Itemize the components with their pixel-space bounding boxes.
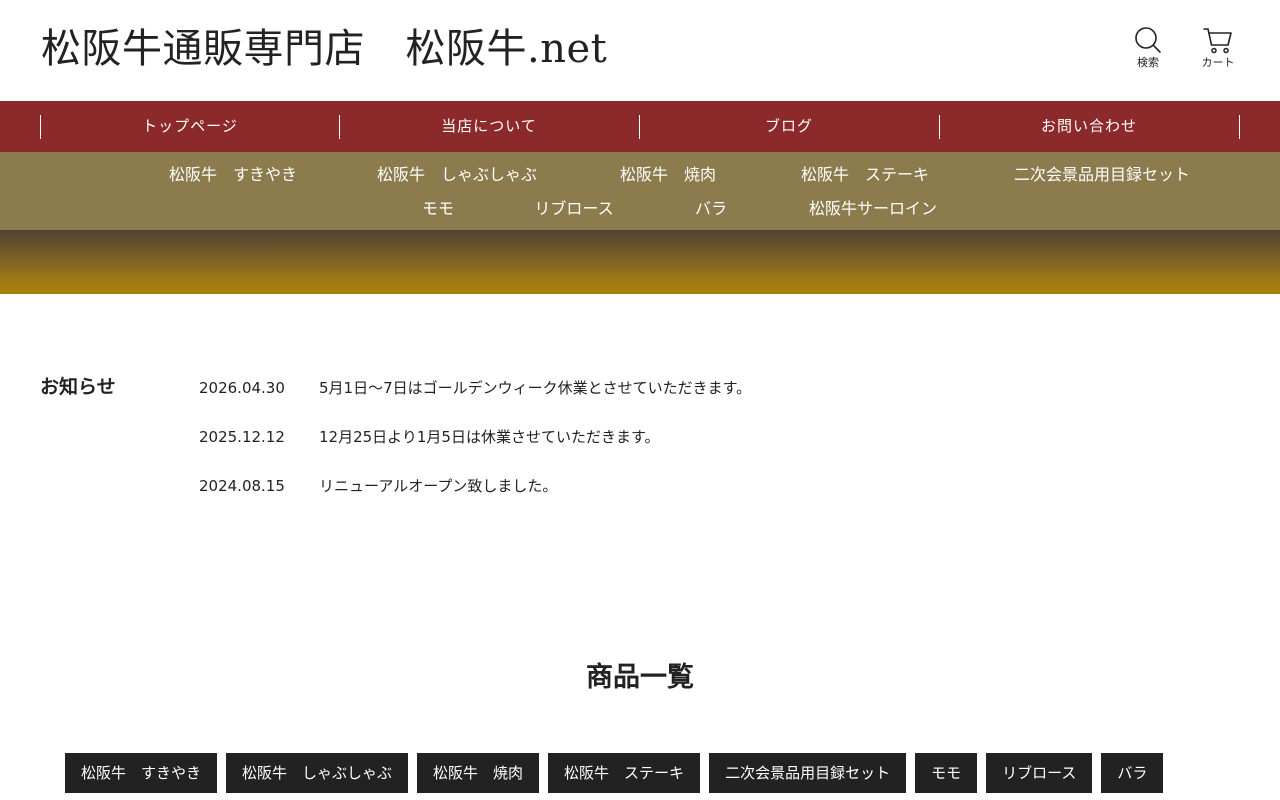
news-date: 2026.04.30	[199, 379, 285, 397]
sub-nav-ribroast[interactable]: リブロース	[534, 198, 613, 220]
sub-nav-bara[interactable]: バラ	[695, 198, 727, 220]
category-button-momo[interactable]: モモ	[915, 753, 978, 793]
nav-item-contact[interactable]: お問い合わせ	[939, 101, 1239, 152]
sub-nav-steak[interactable]: 松阪牛 ステーキ	[801, 164, 929, 186]
cart-label: カート	[1201, 56, 1235, 69]
hero-band	[0, 230, 1280, 294]
category-sub-nav: 松阪牛 すきやき 松阪牛 しゃぶしゃぶ 松阪牛 焼肉 松阪牛 ステーキ 二次会景…	[0, 152, 1280, 230]
search-button[interactable]: 検索	[1118, 26, 1178, 70]
nav-item-about[interactable]: 当店について	[339, 101, 639, 152]
category-buttons: 松阪牛 すきやき 松阪牛 しゃぶしゃぶ 松阪牛 焼肉 松阪牛 ステーキ 二次会景…	[65, 753, 1164, 793]
search-icon	[1135, 27, 1161, 53]
site-title-link[interactable]: 松阪牛通販専門店 松阪牛.net	[41, 22, 607, 76]
site-header: 松阪牛通販専門店 松阪牛.net 検索 カート	[0, 0, 1280, 101]
sub-nav-yakiniku[interactable]: 松阪牛 焼肉	[620, 164, 716, 186]
products-title: 商品一覧	[586, 662, 694, 693]
news-date: 2025.12.12	[199, 428, 285, 446]
cart-icon	[1203, 28, 1232, 54]
news-text: 12月25日より1月5日は休業させていただきます。	[319, 428, 660, 446]
category-button-gift-set[interactable]: 二次会景品用目録セット	[709, 753, 907, 793]
news-text: リニューアルオープン致しました。	[319, 477, 558, 495]
category-button-steak[interactable]: 松阪牛 ステーキ	[548, 753, 701, 793]
nav-item-blog[interactable]: ブログ	[639, 101, 939, 152]
nav-divider	[1239, 115, 1240, 139]
sub-nav-gift-set[interactable]: 二次会景品用目録セット	[1014, 164, 1190, 186]
sub-nav-sirloin[interactable]: 松阪牛サーロイン	[809, 198, 937, 220]
sub-nav-sukiyaki[interactable]: 松阪牛 すきやき	[169, 164, 297, 186]
sub-nav-shabushabu[interactable]: 松阪牛 しゃぶしゃぶ	[377, 164, 537, 186]
sub-nav-momo[interactable]: モモ	[422, 198, 454, 220]
main-nav: トップページ 当店について ブログ お問い合わせ	[0, 101, 1280, 152]
news-item[interactable]: 2024.08.15 リニューアルオープン致しました。	[199, 475, 1099, 497]
news-date: 2024.08.15	[199, 477, 285, 495]
news-item[interactable]: 2026.04.30 5月1日〜7日はゴールデンウィーク休業とさせていただきます。	[199, 377, 1099, 399]
cart-button[interactable]: カート	[1188, 26, 1248, 70]
news-item[interactable]: 2025.12.12 12月25日より1月5日は休業させていただきます。	[199, 426, 1099, 448]
category-button-yakiniku[interactable]: 松阪牛 焼肉	[417, 753, 540, 793]
category-button-bara[interactable]: バラ	[1101, 753, 1164, 793]
news-heading: お知らせ	[40, 376, 116, 398]
category-button-ribroast[interactable]: リブロース	[986, 753, 1093, 793]
search-label: 検索	[1137, 56, 1159, 69]
category-button-sukiyaki[interactable]: 松阪牛 すきやき	[65, 753, 218, 793]
category-button-shabushabu[interactable]: 松阪牛 しゃぶしゃぶ	[226, 753, 409, 793]
nav-item-top[interactable]: トップページ	[40, 101, 340, 152]
news-text: 5月1日〜7日はゴールデンウィーク休業とさせていただきます。	[319, 379, 752, 397]
